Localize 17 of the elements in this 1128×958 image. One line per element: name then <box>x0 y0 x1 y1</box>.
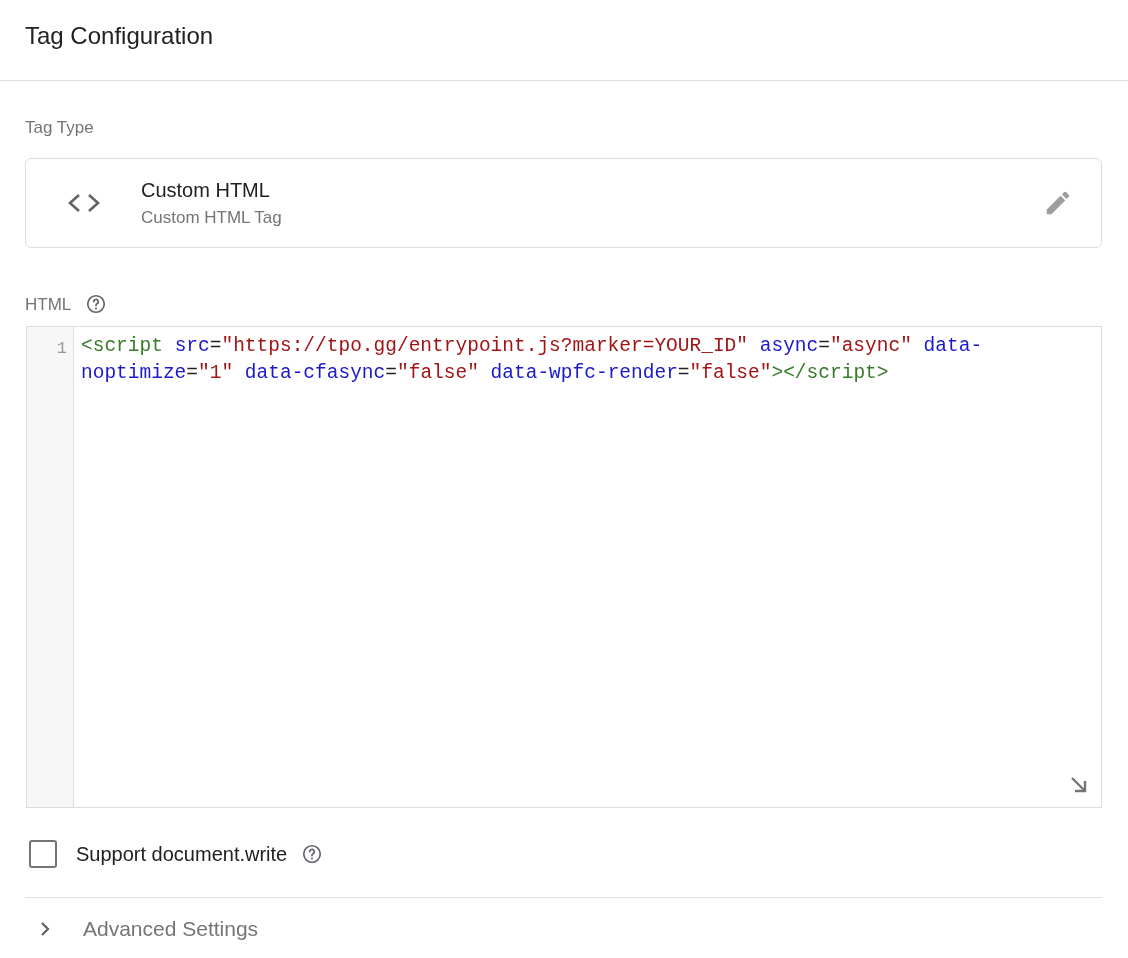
help-icon[interactable] <box>301 843 324 865</box>
tag-type-description: Custom HTML Tag <box>141 206 282 229</box>
code-brackets-icon <box>67 191 101 214</box>
code-line: <script src="https://tpo.gg/entrypoint.js?marker=YOUR_ID" async="async" data-noptimize="1" data-cfasync="false" data-wpfc-render="false"></script> <box>81 334 984 386</box>
chevron-icon[interactable] <box>38 920 52 937</box>
help-icon[interactable] <box>85 293 108 316</box>
section-label: HTML <box>25 293 72 316</box>
checkbox-label: Support document.write <box>76 842 288 867</box>
code-editor[interactable]: 1 <script src="https://tpo.gg/entrypoint.js?marker=YOUR_ID" async="async" data-noptimize="1" data-cfasync="false" data-wpfc-render="false"></script> <box>26 326 1102 808</box>
resize-arrow-icon[interactable] <box>1069 775 1089 795</box>
tag-type-name: Custom HTML <box>141 177 270 203</box>
panel-title: Tag Configuration <box>25 21 214 51</box>
line-number: 1 <box>56 338 67 360</box>
checkbox[interactable] <box>29 840 57 868</box>
section-label: Tag Type <box>25 117 94 139</box>
advanced-settings-toggle[interactable]: Advanced Settings <box>83 912 259 945</box>
tag-type-card[interactable]: Custom HTML Custom HTML Tag <box>25 157 1102 248</box>
